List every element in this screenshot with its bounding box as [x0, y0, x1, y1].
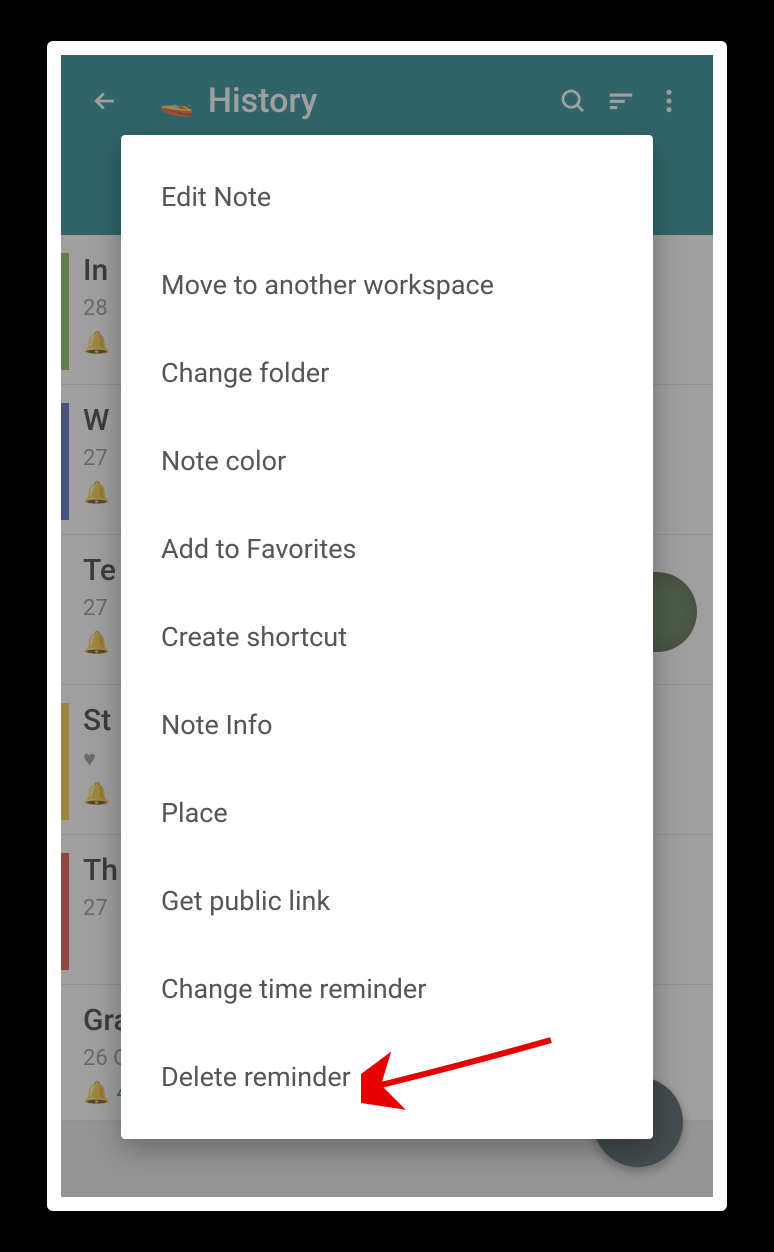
menu-item-edit-note[interactable]: Edit Note — [121, 153, 653, 241]
menu-item-move-workspace[interactable]: Move to another workspace — [121, 241, 653, 329]
menu-item-note-info[interactable]: Note Info — [121, 681, 653, 769]
screen: 🚤 History In 28 🔔 — [61, 55, 713, 1197]
menu-item-change-reminder[interactable]: Change time reminder — [121, 945, 653, 1033]
menu-item-delete-reminder[interactable]: Delete reminder — [121, 1033, 653, 1121]
menu-item-create-shortcut[interactable]: Create shortcut — [121, 593, 653, 681]
menu-item-get-public-link[interactable]: Get public link — [121, 857, 653, 945]
menu-item-place[interactable]: Place — [121, 769, 653, 857]
menu-item-note-color[interactable]: Note color — [121, 417, 653, 505]
device-frame: 🚤 History In 28 🔔 — [47, 41, 727, 1211]
context-menu: Edit Note Move to another workspace Chan… — [121, 135, 653, 1139]
menu-item-add-favorites[interactable]: Add to Favorites — [121, 505, 653, 593]
menu-item-change-folder[interactable]: Change folder — [121, 329, 653, 417]
